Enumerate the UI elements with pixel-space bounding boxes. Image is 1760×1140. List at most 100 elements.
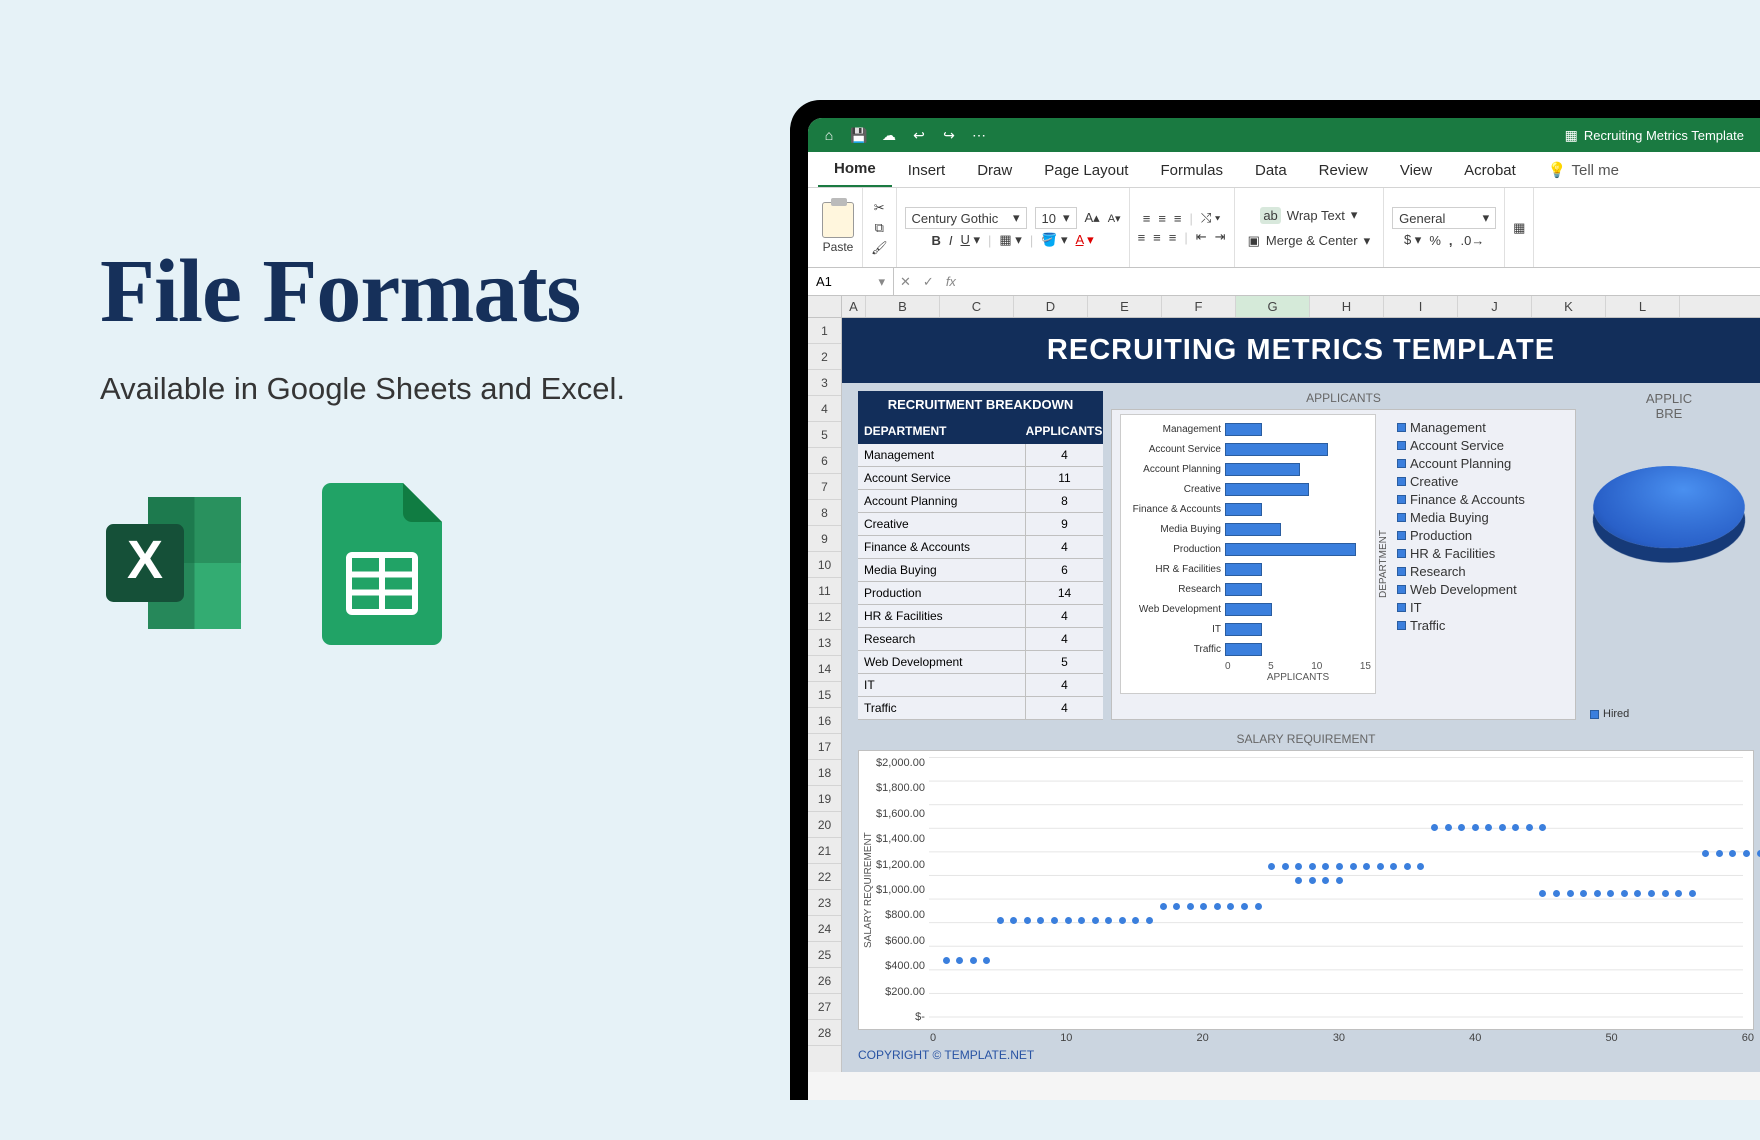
tab-acrobat[interactable]: Acrobat: [1448, 156, 1532, 187]
wrap-text-button[interactable]: abWrap Text▾: [1255, 204, 1362, 227]
excel-icon: X: [100, 488, 250, 638]
table-row: Web Development5: [858, 651, 1103, 674]
orientation-icon[interactable]: ⤭ ▾: [1201, 210, 1220, 226]
align-bottom-icon[interactable]: ≡: [1174, 211, 1182, 226]
col-E[interactable]: E: [1088, 296, 1162, 317]
home-icon[interactable]: ⌂: [818, 124, 840, 146]
italic-button[interactable]: I: [949, 233, 953, 248]
row-header[interactable]: 17: [808, 734, 841, 760]
row-header[interactable]: 3: [808, 370, 841, 396]
number-format-select[interactable]: General▾: [1392, 207, 1496, 229]
redo-icon[interactable]: ↪: [938, 124, 960, 146]
undo-icon[interactable]: ↩: [908, 124, 930, 146]
tab-view[interactable]: View: [1384, 156, 1448, 187]
table-row: HR & Facilities4: [858, 605, 1103, 628]
lightbulb-icon: 💡: [1548, 161, 1567, 179]
tab-data[interactable]: Data: [1239, 156, 1303, 187]
font-family-select[interactable]: Century Gothic▾: [905, 207, 1027, 229]
currency-button[interactable]: $ ▾: [1404, 232, 1421, 248]
row-header[interactable]: 16: [808, 708, 841, 734]
row-header[interactable]: 24: [808, 916, 841, 942]
row-header[interactable]: 4: [808, 396, 841, 422]
align-center-icon[interactable]: ≡: [1153, 230, 1161, 245]
fx-icon[interactable]: fx: [940, 274, 962, 289]
paste-button[interactable]: Paste: [822, 202, 854, 254]
row-header[interactable]: 23: [808, 890, 841, 916]
row-header[interactable]: 11: [808, 578, 841, 604]
row-header[interactable]: 26: [808, 968, 841, 994]
row-header[interactable]: 27: [808, 994, 841, 1020]
row-header[interactable]: 20: [808, 812, 841, 838]
tab-page-layout[interactable]: Page Layout: [1028, 156, 1144, 187]
tell-me-search[interactable]: 💡 Tell me: [1532, 155, 1635, 187]
borders-button[interactable]: ▦ ▾: [999, 232, 1021, 248]
row-header[interactable]: 9: [808, 526, 841, 552]
percent-button[interactable]: %: [1429, 233, 1441, 248]
comma-button[interactable]: ,: [1449, 233, 1453, 248]
spreadsheet-canvas[interactable]: RECRUITING METRICS TEMPLATE RECRUITMENT …: [842, 318, 1760, 1072]
row-header[interactable]: 21: [808, 838, 841, 864]
enter-formula-icon[interactable]: ✓: [917, 274, 940, 290]
row-header[interactable]: 13: [808, 630, 841, 656]
row-header[interactable]: 8: [808, 500, 841, 526]
row-header[interactable]: 22: [808, 864, 841, 890]
col-H[interactable]: H: [1310, 296, 1384, 317]
col-A[interactable]: A: [842, 296, 866, 317]
col-F[interactable]: F: [1162, 296, 1236, 317]
row-header[interactable]: 12: [808, 604, 841, 630]
row-header[interactable]: 7: [808, 474, 841, 500]
tab-home[interactable]: Home: [818, 154, 892, 187]
col-B[interactable]: B: [866, 296, 940, 317]
font-size-select[interactable]: 10▾: [1035, 207, 1077, 229]
col-G[interactable]: G: [1236, 296, 1310, 317]
conditional-format-icon[interactable]: ▦: [1513, 220, 1525, 236]
row-headers[interactable]: 1234567891011121314151617181920212223242…: [808, 318, 842, 1072]
col-J[interactable]: J: [1458, 296, 1532, 317]
row-header[interactable]: 10: [808, 552, 841, 578]
align-middle-icon[interactable]: ≡: [1158, 211, 1166, 226]
indent-decrease-icon[interactable]: ⇤: [1196, 229, 1207, 245]
more-icon[interactable]: ⋯: [968, 124, 990, 146]
row-header[interactable]: 14: [808, 656, 841, 682]
row-header[interactable]: 28: [808, 1020, 841, 1046]
tab-draw[interactable]: Draw: [961, 156, 1028, 187]
copy-icon[interactable]: ⧉: [875, 220, 884, 236]
col-C[interactable]: C: [940, 296, 1014, 317]
tab-formulas[interactable]: Formulas: [1144, 156, 1239, 187]
tab-insert[interactable]: Insert: [892, 156, 962, 187]
table-row: Research4: [858, 628, 1103, 651]
name-box[interactable]: A1▾: [808, 268, 894, 295]
column-headers[interactable]: A B C D E F G H I J K L: [808, 296, 1760, 318]
increase-decimal-button[interactable]: .0→: [1461, 233, 1485, 248]
underline-button[interactable]: U ▾: [960, 232, 980, 248]
autosave-icon[interactable]: ☁: [878, 124, 900, 146]
col-K[interactable]: K: [1532, 296, 1606, 317]
merge-center-button[interactable]: ▣Merge & Center▾: [1243, 230, 1376, 252]
row-header[interactable]: 19: [808, 786, 841, 812]
col-D[interactable]: D: [1014, 296, 1088, 317]
decrease-font-icon[interactable]: A▾: [1108, 212, 1121, 225]
align-right-icon[interactable]: ≡: [1169, 230, 1177, 245]
align-top-icon[interactable]: ≡: [1143, 211, 1151, 226]
save-icon[interactable]: 💾: [848, 124, 870, 146]
bold-button[interactable]: B: [931, 233, 940, 248]
align-left-icon[interactable]: ≡: [1138, 230, 1146, 245]
row-header[interactable]: 5: [808, 422, 841, 448]
copyright-text: COPYRIGHT © TEMPLATE.NET: [842, 1044, 1760, 1062]
row-header[interactable]: 1: [808, 318, 841, 344]
tab-review[interactable]: Review: [1303, 156, 1384, 187]
indent-increase-icon[interactable]: ⇥: [1215, 229, 1226, 245]
format-painter-icon[interactable]: 🖌: [871, 240, 888, 256]
col-L[interactable]: L: [1606, 296, 1680, 317]
cancel-formula-icon[interactable]: ✕: [894, 274, 917, 290]
row-header[interactable]: 2: [808, 344, 841, 370]
increase-font-icon[interactable]: A▴: [1085, 210, 1100, 226]
cut-icon[interactable]: ✂: [874, 200, 885, 216]
row-header[interactable]: 15: [808, 682, 841, 708]
font-color-button[interactable]: A ▾: [1076, 232, 1094, 248]
row-header[interactable]: 6: [808, 448, 841, 474]
row-header[interactable]: 18: [808, 760, 841, 786]
col-I[interactable]: I: [1384, 296, 1458, 317]
fill-color-button[interactable]: 🪣 ▾: [1041, 232, 1067, 248]
row-header[interactable]: 25: [808, 942, 841, 968]
